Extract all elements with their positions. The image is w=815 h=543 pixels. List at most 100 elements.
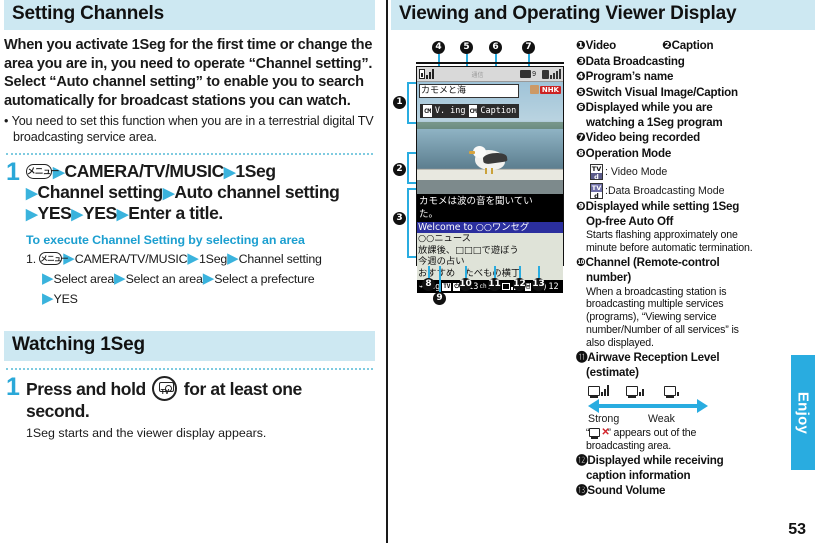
data-row-selected[interactable]: Welcome to ○○ワンセグ [417, 222, 563, 234]
shoreline [417, 122, 563, 129]
legend-item-6-line2: watching a 1Seg program [586, 115, 723, 129]
lock-icon [542, 69, 549, 79]
arrow-icon: ▶ [71, 205, 83, 223]
sub-l2-a: Select area [53, 272, 115, 287]
legend-item-9-line2: Op-free Auto Off [586, 214, 674, 228]
caption-line-1: カモメは波の音を聞いてい [419, 196, 533, 207]
sub-l2-c: Select a prefecture [214, 272, 315, 287]
legend-list: ❶Video ❷Caption ❸Data Broadcasting ❹Prog… [576, 38, 754, 499]
status-left-icons [417, 69, 435, 79]
video-area: カモメと海 NHK CM V. ing CM Caption [417, 82, 563, 194]
data-row[interactable]: 放課後、□□□で遊ぼう [417, 245, 563, 256]
status-right-icons [542, 69, 563, 79]
signal-weak-icon [664, 382, 686, 399]
step2-note: 1Seg starts and the viewer display appea… [26, 425, 267, 440]
arrow-icon: ▶ [227, 250, 239, 268]
leader-13 [538, 266, 540, 278]
signal-strong-icon [588, 382, 610, 399]
bullet-text: You need to set this function when you a… [11, 113, 374, 144]
sub-procedure-body: 1. メニュー ▶CAMERA/TV/MUSIC▶1Seg▶Channel set… [26, 249, 375, 309]
legend-item-1: ❶Video [576, 38, 616, 52]
caption-line-2: た。 [419, 209, 439, 220]
section-header-viewer-display: Viewing and Operating Viewer Display [391, 0, 815, 30]
sub-line-3: ▶YES [26, 289, 375, 309]
left-column: Setting Channels When you activate 1Seg … [0, 0, 383, 543]
station-logo-text: NHK [539, 85, 561, 94]
legend-item-7: ❼Video being recorded [576, 130, 700, 145]
caption-label: Caption [480, 106, 517, 116]
leader-10 [465, 266, 467, 278]
channel-unit: ch [479, 283, 487, 290]
side-tab-enjoy: Enjoy [791, 355, 815, 470]
legend-row-1-2: ❶Video ❷Caption [576, 38, 754, 54]
legend-mode-data: TV d :Data Broadcasting Mode [576, 183, 754, 200]
arrow-icon: ▶ [187, 250, 199, 268]
antenna-icon [426, 69, 435, 79]
legend-mode-data-label: :Data Broadcasting Mode [605, 185, 725, 198]
step-body: メニュー ▶CAMERA/TV/MUSIC▶1Seg ▶Channel setti… [26, 161, 375, 224]
leader-11 [494, 266, 496, 278]
callout-5: 5 [460, 41, 473, 54]
step-body: Press and hold TV for at least one secon… [26, 376, 375, 422]
phone-viewer-display: 通信 9 カモメと海 NHK CM V. ing CM Caption カモメは… [416, 66, 564, 293]
callout-4: 4 [432, 41, 445, 54]
tv-label: TV [160, 389, 170, 397]
reception-level-icons [576, 382, 754, 399]
sub-number: 1. [26, 252, 36, 267]
caption-info-icon: ⌸ [525, 282, 531, 291]
legend-item-3: ❸Data Broadcasting [576, 53, 685, 68]
seagull-image [469, 144, 508, 174]
callout-1: 1 [393, 96, 406, 109]
step2-line-1: Press and hold TV for at least one [26, 376, 375, 402]
callout-2: 2 [393, 163, 406, 176]
step1-line2-a: Channel setting [37, 181, 164, 202]
operation-mode-icon: TV [442, 282, 452, 291]
signal-bars-icon [550, 69, 561, 79]
sub-procedure-heading: To execute Channel Setting by selecting … [26, 233, 305, 248]
step1-line2-b: Auto channel setting [174, 181, 340, 202]
section-header-watching-1seg: Watching 1Seg [4, 331, 375, 362]
legend-item-6: ❻Displayed while you are [576, 100, 713, 115]
legend-item-10-note: When a broadcasting station is broadcast… [586, 285, 739, 350]
phone-status-bar: 通信 9 [417, 67, 563, 82]
legend-item-11: ⓫Airwave Reception Level [576, 350, 720, 365]
sub-line-1: 1. メニュー ▶CAMERA/TV/MUSIC▶1Seg▶Channel set… [26, 249, 375, 269]
caption-area: カモメは波の音を聞いてい た。 [417, 194, 563, 222]
bracket-3 [407, 188, 416, 258]
step1-line1-b: 1Seg [235, 160, 276, 181]
legend-item-2: ❷Caption [662, 38, 714, 52]
callout-12: 12 [513, 278, 526, 291]
page-number: 53 [788, 521, 806, 538]
recording-indicator: 9 [520, 70, 536, 78]
leader-8 [428, 266, 430, 278]
legend-item-12: ⓬Displayed while receiving [576, 453, 724, 468]
intro-bullet: • You need to set this function when you… [4, 114, 375, 146]
caption-receiving-icon: ⌸ [525, 282, 531, 291]
divider-dotted-1 [6, 152, 373, 155]
step1-line1-a: CAMERA/TV/MUSIC [64, 160, 225, 181]
arrow-icon: ▶ [26, 205, 38, 223]
arrow-icon: ▶ [223, 163, 236, 181]
step2-line-2: second. [26, 401, 90, 422]
arrow-icon: ▶ [116, 205, 129, 223]
step-1-channel-setting: 1 メニュー ▶CAMERA/TV/MUSIC▶1Seg ▶Channel set… [4, 157, 375, 224]
arrow-icon: ▶ [162, 184, 175, 202]
arrow-icon: ▶ [26, 184, 38, 202]
leader-9 [439, 266, 441, 292]
callout-8: 8 [422, 278, 435, 291]
legend-item-9-note: Starts flashing approximately one minute… [586, 229, 753, 255]
callout-10: 10 [459, 278, 472, 291]
legend-item-9: ❾Displayed while setting 1Seg [576, 199, 740, 214]
bullet-dot: • [4, 113, 12, 128]
data-row[interactable]: ○○ニュース [417, 233, 563, 244]
sub-procedure: To execute Channel Setting by selecting … [4, 233, 375, 309]
menu-key-icon: メニュー [39, 252, 68, 266]
step-line-3: ▶YES▶YES▶Enter a title. [26, 203, 375, 224]
volume-value: 12 [548, 281, 559, 292]
sub-l1-c: Channel setting [238, 252, 322, 267]
step-number: 1 [6, 157, 20, 186]
out-of-area-icon: ✕ [589, 427, 610, 440]
legend-item-8: ❽Operation Mode [576, 145, 672, 160]
legend-item-10-line2: number) [586, 270, 631, 284]
side-tab-label: Enjoy [794, 391, 812, 434]
